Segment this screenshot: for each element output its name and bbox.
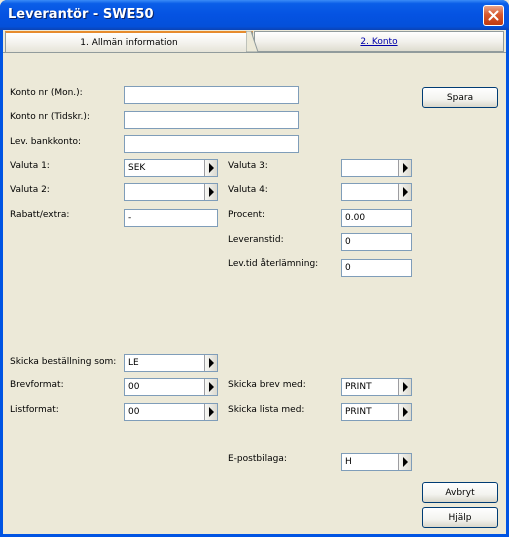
tab-allman-information[interactable]: 1. Allmän information	[5, 31, 253, 52]
chevron-right-icon	[402, 407, 408, 417]
chevron-right-icon	[402, 163, 408, 173]
tab-strip: 2. Konto 1. Allmän information	[3, 30, 506, 53]
leveranstid-input[interactable]: 0	[341, 233, 412, 251]
listformat-label: Listformat:	[10, 405, 59, 415]
skicka-brev-select[interactable]: PRINT	[341, 378, 412, 396]
bankkonto-input[interactable]	[124, 135, 299, 153]
save-button[interactable]: Spara	[422, 87, 498, 108]
chevron-right-icon	[208, 163, 214, 173]
procent-label: Procent:	[228, 210, 266, 220]
listformat-select[interactable]: 00	[124, 403, 218, 421]
brevformat-value: 00	[128, 382, 140, 392]
tab-divider	[3, 52, 506, 53]
levtid-aterlamning-input[interactable]: 0	[341, 259, 412, 277]
valuta4-select[interactable]	[341, 183, 412, 201]
chevron-right-icon	[208, 358, 214, 368]
valuta2-label: Valuta 2:	[10, 185, 50, 195]
skicka-lista-label: Skicka lista med:	[228, 405, 305, 415]
chevron-right-icon	[402, 457, 408, 467]
epostbilaga-value: H	[345, 457, 352, 467]
window-title: Leverantör - SWE50	[8, 7, 154, 22]
valuta4-label: Valuta 4:	[228, 185, 268, 195]
valuta3-dropdown-button[interactable]	[398, 160, 411, 176]
valuta1-label: Valuta 1:	[10, 161, 50, 171]
dialog-window: Leverantör - SWE50 2. Konto 1. Allmän in…	[0, 0, 509, 537]
konto-tidskr-input[interactable]	[124, 111, 299, 129]
brevformat-label: Brevformat:	[10, 380, 64, 390]
chevron-right-icon	[402, 187, 408, 197]
brevformat-dropdown-button[interactable]	[204, 379, 217, 395]
valuta4-dropdown-button[interactable]	[398, 184, 411, 200]
listformat-value: 00	[128, 407, 140, 417]
valuta1-value: SEK	[128, 163, 146, 173]
valuta1-select[interactable]: SEK	[124, 159, 218, 177]
dialog-client-area: 2. Konto 1. Allmän information Konto nr …	[3, 30, 506, 534]
konto-mon-label: Konto nr (Mon.):	[10, 88, 83, 98]
chevron-right-icon	[402, 382, 408, 392]
skicka-brev-value: PRINT	[345, 382, 372, 392]
close-button[interactable]	[483, 5, 504, 26]
listformat-dropdown-button[interactable]	[204, 404, 217, 420]
skicka-lista-value: PRINT	[345, 407, 372, 417]
brevformat-select[interactable]: 00	[124, 378, 218, 396]
skicka-lista-select[interactable]: PRINT	[341, 403, 412, 421]
epostbilaga-select[interactable]: H	[341, 453, 412, 471]
bankkonto-label: Lev. bankkonto:	[10, 137, 82, 147]
valuta3-label: Valuta 3:	[228, 161, 268, 171]
title-bar[interactable]: Leverantör - SWE50	[0, 0, 509, 30]
valuta3-select[interactable]	[341, 159, 412, 177]
skicka-bestallning-label: Skicka beställning som:	[10, 357, 117, 367]
valuta2-dropdown-button[interactable]	[204, 184, 217, 200]
epostbilaga-dropdown-button[interactable]	[398, 454, 411, 470]
rabatt-input[interactable]: -	[124, 209, 218, 227]
chevron-right-icon	[208, 187, 214, 197]
tab-fold-corner	[246, 31, 259, 53]
konto-tidskr-label: Konto nr (Tidskr.):	[10, 112, 90, 122]
rabatt-label: Rabatt/extra:	[10, 210, 70, 220]
levtid-aterlamning-label: Lev.tid återlämning:	[228, 259, 319, 269]
skicka-brev-dropdown-button[interactable]	[398, 379, 411, 395]
skicka-bestallning-value: LE	[128, 358, 139, 368]
epostbilaga-label: E-postbilaga:	[228, 454, 287, 464]
skicka-bestallning-dropdown-button[interactable]	[204, 355, 217, 371]
skicka-bestallning-select[interactable]: LE	[124, 354, 218, 372]
skicka-lista-dropdown-button[interactable]	[398, 404, 411, 420]
close-icon	[488, 10, 499, 21]
valuta2-select[interactable]	[124, 183, 218, 201]
konto-mon-input[interactable]	[124, 86, 299, 104]
chevron-right-icon	[208, 382, 214, 392]
skicka-brev-label: Skicka brev med:	[228, 380, 306, 390]
help-button[interactable]: Hjälp	[422, 507, 498, 528]
leveranstid-label: Leveranstid:	[228, 235, 284, 245]
chevron-right-icon	[208, 407, 214, 417]
valuta1-dropdown-button[interactable]	[204, 160, 217, 176]
cancel-button[interactable]: Avbryt	[422, 482, 498, 503]
procent-input[interactable]: 0.00	[341, 209, 412, 227]
tab-konto[interactable]: 2. Konto	[254, 31, 504, 52]
